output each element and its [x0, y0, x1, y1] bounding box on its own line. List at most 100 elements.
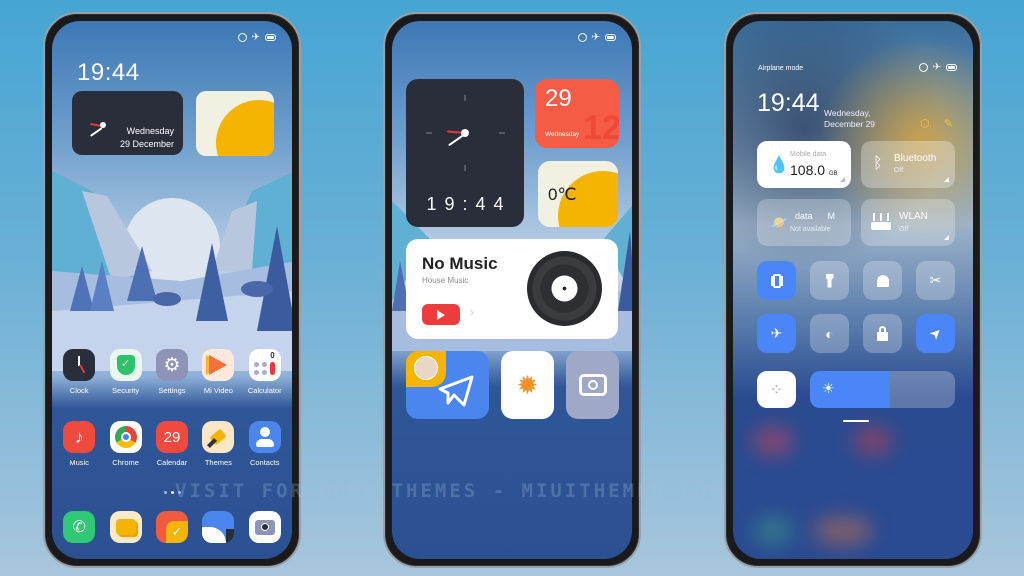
analog-clock-widget[interactable]: 19:44 — [406, 79, 524, 227]
page-dot-active[interactable] — [171, 491, 174, 494]
clock-center — [461, 129, 469, 137]
expand-corner — [944, 235, 949, 240]
app-security[interactable]: ✓ Security — [103, 349, 148, 395]
telegram-tile[interactable] — [406, 351, 489, 419]
toggle-ringer[interactable] — [863, 261, 902, 300]
toggle-vibrate[interactable] — [757, 261, 796, 300]
app-label: Mi Video — [203, 386, 233, 395]
phone-control-center: Airplane mode ✈ 19:44 Wednesday, Decembe… — [724, 12, 982, 568]
app-contacts[interactable]: Contacts — [242, 421, 287, 467]
clock-tick — [426, 132, 432, 134]
clock-icon — [63, 349, 96, 381]
app-label: Calculator — [247, 386, 282, 395]
app-music[interactable]: ♪ Music — [57, 421, 102, 467]
watermark: VISIT FOR MORE THEMES - MIUITHEMER.COM — [175, 480, 724, 502]
water-drop-icon: 💧 — [769, 157, 789, 174]
calendar-month-bg: 12 — [583, 109, 619, 147]
clock-widget-full-date: 29 December — [119, 139, 174, 149]
app-themes[interactable]: Themes — [196, 421, 241, 467]
tile-status: Off — [899, 226, 909, 233]
weather-tile[interactable]: ✹ — [501, 351, 554, 419]
dock-phone[interactable]: ✆ — [57, 511, 102, 543]
camera-tile[interactable] — [566, 351, 619, 419]
clock-widget-day: Wednesday — [126, 126, 174, 136]
cc-date-weekday: Wednesday, — [824, 108, 871, 118]
wallpaper-landscape — [52, 171, 292, 371]
toggle-airplane[interactable]: ✈ — [757, 314, 796, 353]
chevron-right-icon[interactable]: › — [470, 305, 474, 319]
planet-icon: 🪐 — [769, 215, 789, 232]
chrome-icon — [109, 421, 142, 453]
temperature: 0℃ — [548, 185, 577, 204]
dock-messages[interactable] — [103, 511, 148, 543]
toggle-dark-mode[interactable]: ◐ — [810, 314, 849, 353]
mobile-data-tile[interactable]: 💧 Mobile data 108.0 GB — [757, 141, 851, 188]
app-mi-video[interactable]: Mi Video — [196, 349, 241, 395]
youtube-play-button[interactable] — [422, 304, 460, 325]
clock-center — [100, 122, 106, 128]
panel-handle[interactable] — [843, 420, 869, 422]
airplane-mode-label: Airplane mode — [758, 65, 804, 72]
camera-icon — [578, 374, 607, 396]
clock-widget[interactable]: Wednesday 29 December — [72, 91, 183, 155]
calendar-icon: 29 — [155, 421, 188, 453]
calculator-badge: 0 — [270, 351, 275, 360]
auto-brightness-button[interactable]: ⁘ — [757, 371, 796, 408]
bluetooth-tile[interactable]: ᛒ Bluetooth Off — [861, 141, 955, 188]
music-subtitle: House Music — [422, 276, 469, 285]
app-row-1: Clock ✓ Security ⚙ Settings Mi Video 0 C… — [52, 349, 292, 395]
status-bar: ✈ — [918, 63, 957, 73]
dock-camera[interactable] — [242, 511, 287, 543]
toggle-screenshot[interactable]: ✂ — [916, 261, 955, 300]
message-icon — [109, 511, 142, 543]
tile-label: data M — [795, 211, 835, 221]
sun-icon — [216, 100, 274, 156]
data-tile[interactable]: 🪐 data M Not available — [757, 199, 851, 246]
wlan-tile[interactable]: WLAN Off — [861, 199, 955, 246]
lock-icon — [877, 325, 888, 341]
app-label: Settings — [158, 386, 186, 395]
tile-status: Off — [894, 167, 904, 174]
person-icon — [248, 421, 281, 453]
router-icon — [871, 213, 891, 231]
settings-hex-icon[interactable]: ⬡ — [920, 117, 930, 130]
data-unit: GB — [828, 171, 838, 177]
music-title: No Music — [422, 254, 498, 273]
app-label: Security — [112, 386, 140, 395]
brightness-slider[interactable]: ☀ — [810, 371, 955, 408]
app-clock[interactable]: Clock — [57, 349, 102, 395]
edit-icon[interactable]: ✎ — [944, 117, 953, 130]
airplane-icon: ✈ — [591, 32, 600, 43]
toggle-lock[interactable] — [863, 314, 902, 353]
location-arrow-icon: ➤ — [925, 323, 945, 343]
sun-icon: ☀ — [822, 380, 835, 396]
shield-check-icon: ✓ — [109, 349, 142, 381]
contrast-icon: ◐ — [825, 325, 834, 342]
dock-gallery[interactable] — [196, 511, 241, 543]
app-calculator[interactable]: 0 Calculator — [242, 349, 287, 395]
clock-widget-date: Wednesday 29 December — [120, 125, 174, 151]
tile-label: WLAN — [899, 211, 928, 222]
flashlight-icon — [825, 273, 834, 288]
cc-date-day: December 29 — [824, 119, 876, 129]
dock: ✆ ✓ — [52, 511, 292, 543]
toggle-flashlight[interactable] — [810, 261, 849, 300]
toggle-location[interactable]: ➤ — [916, 314, 955, 353]
app-label: Clock — [69, 386, 89, 395]
weather-widget[interactable]: 0℃ — [538, 161, 618, 227]
clock-tick — [499, 132, 505, 134]
music-widget[interactable]: No Music House Music › — [406, 239, 618, 339]
app-calendar[interactable]: 29 Calendar — [149, 421, 194, 467]
dock-notes[interactable]: ✓ — [149, 511, 194, 543]
calendar-widget[interactable]: 12 29 Wednesday — [535, 79, 619, 148]
minute-hand — [89, 127, 103, 137]
camera-icon — [248, 511, 281, 543]
cc-time: 19:44 — [757, 89, 820, 117]
app-settings[interactable]: ⚙ Settings — [149, 349, 194, 395]
page-dot[interactable] — [164, 491, 167, 494]
weather-widget[interactable] — [196, 91, 274, 156]
play-icon — [202, 349, 235, 381]
gear-icon: ⚙ — [155, 349, 188, 381]
app-chrome[interactable]: Chrome — [103, 421, 148, 467]
expand-corner — [840, 177, 845, 182]
